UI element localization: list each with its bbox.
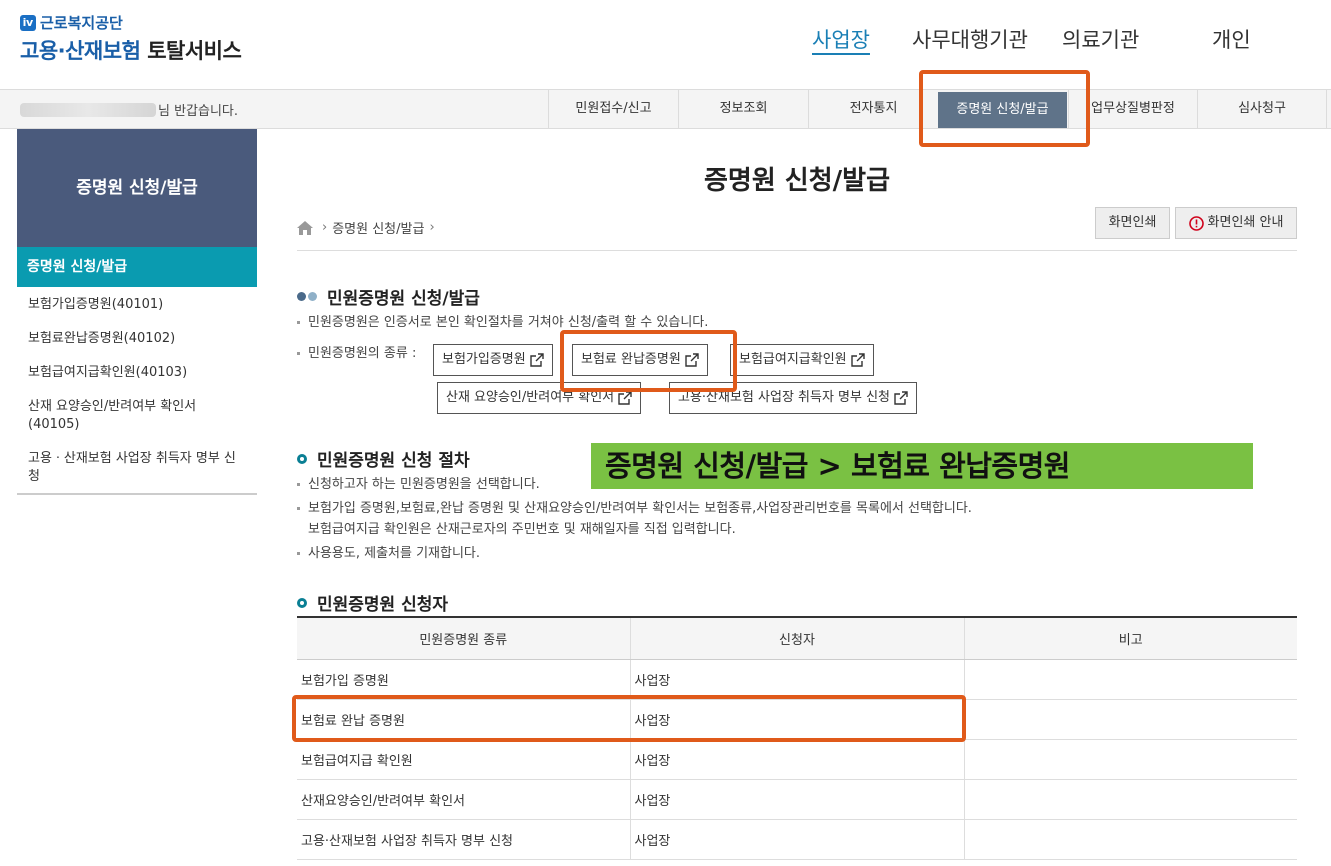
sidebar-item-acquirer-list[interactable]: 고용ㆍ산재보험 사업장 취득자 명부 신청 xyxy=(17,450,247,486)
sidebar-item-active[interactable]: 증명원 신청/발급 xyxy=(17,247,257,287)
bullet-dots-icon xyxy=(297,292,319,301)
home-icon[interactable] xyxy=(297,220,313,235)
table-cell: 산재요양승인/반려여부 확인서 xyxy=(297,779,630,820)
top-nav-agency[interactable]: 사무대행기관 xyxy=(912,24,1028,54)
breadcrumb-item[interactable]: 증명원 신청/발급 xyxy=(332,218,424,237)
sub-nav-bar: 님 반갑습니다. 민원접수/신고 정보조회 전자통지 증명원 신청/발급 업무상… xyxy=(0,89,1331,129)
table-cell: 사업장 xyxy=(629,739,964,780)
table-cell: 사업장 xyxy=(629,819,964,860)
cert-benefit-payment-button[interactable]: 보험급여지급확인원 xyxy=(730,344,874,376)
table-row: 보험가입 증명원 사업장 xyxy=(297,659,1297,700)
procedure-step: 보험가입 증명원,보험료,완납 증명원 및 산재요양승인/반려여부 확인서는 보… xyxy=(297,500,972,518)
sidebar-item-care-approval[interactable]: 산재 요양승인/반려여부 확인서 (40105) xyxy=(17,398,227,434)
divider xyxy=(297,250,1297,251)
page-title: 증명원 신청/발급 xyxy=(704,166,890,196)
table-cell xyxy=(963,819,1297,860)
external-link-icon xyxy=(850,353,865,367)
annotation-banner: 증명원 신청/발급 > 보험료 완납증명원 xyxy=(591,443,1253,489)
table-row: 고용·산재보험 사업장 취득자 명부 신청 사업장 xyxy=(297,819,1297,860)
sidebar-item-premium-paid[interactable]: 보험료완납증명원(40102) xyxy=(17,330,257,348)
external-link-icon xyxy=(530,353,544,367)
table-cell xyxy=(963,779,1297,820)
welcome-message: 님 반갑습니다. xyxy=(20,100,238,119)
breadcrumb: › 증명원 신청/발급 › xyxy=(297,218,440,237)
table-cell: 보험가입 증명원 xyxy=(297,659,630,700)
circle-bullet-icon xyxy=(297,597,307,608)
print-guide-button[interactable]: 화면인쇄 안내 xyxy=(1175,207,1297,239)
alert-icon xyxy=(1188,215,1204,231)
column-header: 신청자 xyxy=(629,616,964,660)
blurred-username xyxy=(20,102,156,117)
chevron-right-icon: › xyxy=(429,220,435,235)
sidebar-item-benefit-payment[interactable]: 보험급여지급확인원(40103) xyxy=(17,364,257,382)
table-cell: 사업장 xyxy=(629,659,964,700)
circle-bullet-icon xyxy=(297,453,307,464)
table-cell: 고용·산재보험 사업장 취득자 명부 신청 xyxy=(297,819,630,860)
top-nav-medical[interactable]: 의료기관 xyxy=(1062,24,1139,54)
kinds-label: 민원증명원의 종류 : xyxy=(297,345,416,363)
top-nav-business[interactable]: 사업장 xyxy=(812,24,870,54)
tab-review-request[interactable]: 심사청구 xyxy=(1197,90,1327,128)
sidebar-divider xyxy=(17,493,257,495)
highlight-tab-box xyxy=(919,70,1090,147)
table-row: 산재요양승인/반려여부 확인서 사업장 xyxy=(297,779,1297,820)
top-nav: 사업장 사무대행기관 의료기관 개인 xyxy=(0,24,1331,54)
site-header: ⅳ 근로복지공단 고용·산재보험 토탈서비스 사업장 사무대행기관 의료기관 개… xyxy=(0,0,1331,90)
table-header-row: 민원증명원 종류 신청자 비고 xyxy=(297,616,1297,660)
section-heading-issue: 민원증명원 신청/발급 xyxy=(297,284,480,309)
tab-info-lookup[interactable]: 정보조회 xyxy=(678,90,808,128)
sidebar-title: 증명원 신청/발급 xyxy=(17,129,257,247)
section-heading-procedure: 민원증명원 신청 절차 xyxy=(297,446,470,471)
chevron-right-icon: › xyxy=(322,220,328,235)
table-cell: 보험급여지급 확인원 xyxy=(297,739,630,780)
top-nav-personal[interactable]: 개인 xyxy=(1212,24,1251,54)
table-cell xyxy=(963,739,1297,780)
procedure-step: 보험급여지급 확인원은 산재근로자의 주민번호 및 재해일자를 직접 입력합니다… xyxy=(308,522,736,537)
table-cell xyxy=(963,659,1297,700)
procedure-step: 사용용도, 제출처를 기재합니다. xyxy=(297,545,480,563)
sidebar-item-insurance-join[interactable]: 보험가입증명원(40101) xyxy=(17,296,257,314)
table-cell: 사업장 xyxy=(629,779,964,820)
cert-insurance-join-button[interactable]: 보험가입증명원 xyxy=(433,344,553,376)
highlight-button-box xyxy=(560,330,737,392)
tab-civil-filing[interactable]: 민원접수/신고 xyxy=(548,90,678,128)
procedure-step: 신청하고자 하는 민원증명원을 선택합니다. xyxy=(297,476,540,494)
highlight-row-box xyxy=(292,695,966,742)
table-row: 보험급여지급 확인원 사업장 xyxy=(297,739,1297,780)
external-link-icon xyxy=(618,391,632,405)
table-cell xyxy=(963,699,1297,740)
print-button[interactable]: 화면인쇄 xyxy=(1095,207,1170,239)
column-header: 민원증명원 종류 xyxy=(297,616,630,660)
external-link-icon xyxy=(894,391,908,405)
column-header: 비고 xyxy=(963,616,1297,660)
section-heading-applicant: 민원증명원 신청자 xyxy=(297,590,448,615)
